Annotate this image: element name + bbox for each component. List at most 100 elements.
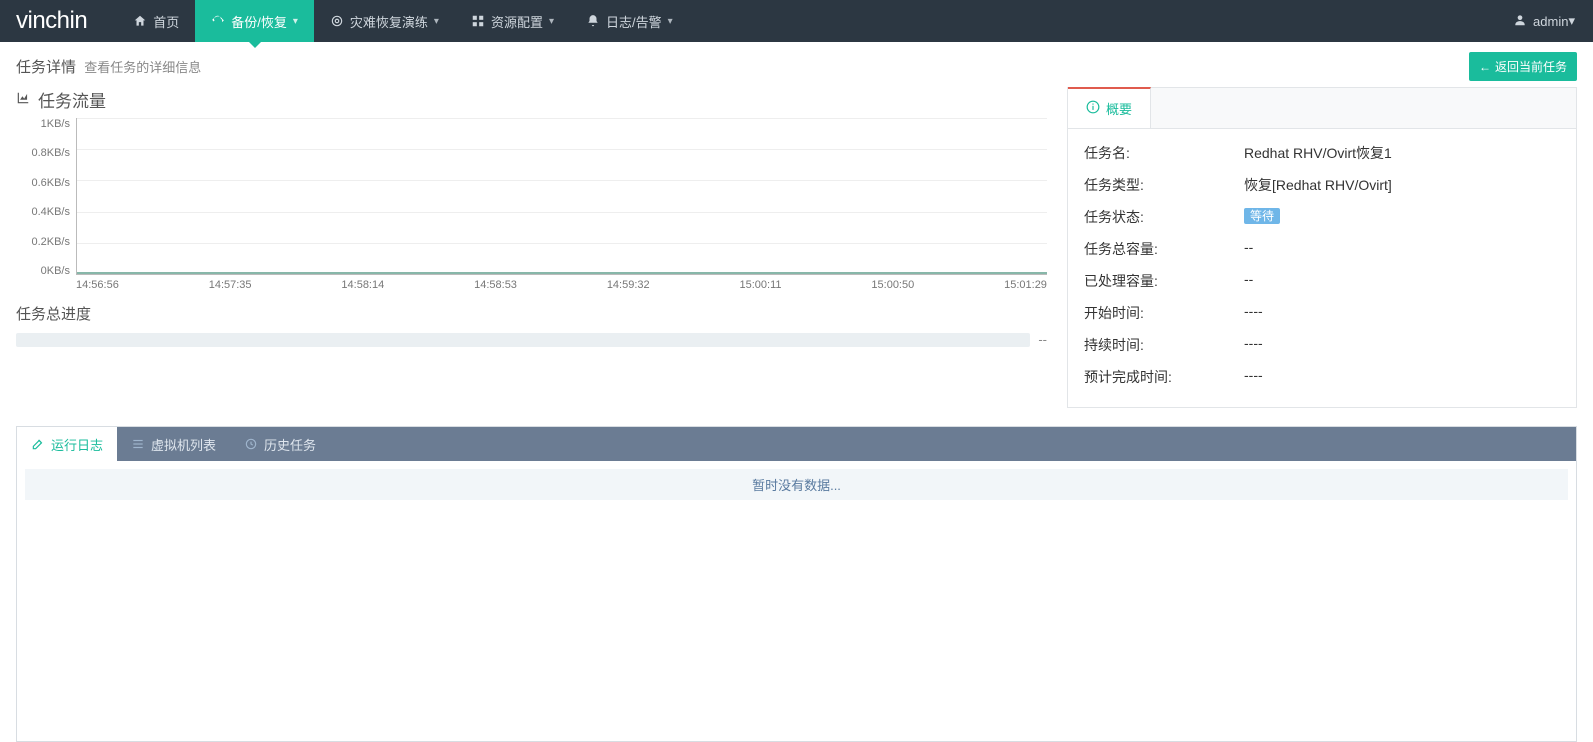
nav-item-label: 灾难恢复演练 xyxy=(350,12,428,31)
nav-items: 首页 备份/恢复 ▾ 灾难恢复演练 ▾ 资源配置 ▾ 日志/告警 ▾ xyxy=(117,0,1495,42)
arrow-left-icon: ← xyxy=(1479,60,1491,74)
chevron-down-icon: ▾ xyxy=(668,16,673,27)
bottom-tabs: 运行日志 虚拟机列表 历史任务 xyxy=(17,427,1576,461)
home-icon xyxy=(133,14,147,28)
summary-label: 开始时间: xyxy=(1084,303,1244,323)
page-header: 任务详情 查看任务的详细信息 ← 返回当前任务 xyxy=(0,42,1593,87)
y-tick: 1KB/s xyxy=(41,118,70,130)
summary-tab-label: 概要 xyxy=(1106,99,1132,118)
page-title: 任务详情 查看任务的详细信息 xyxy=(16,56,201,77)
x-tick: 15:00:50 xyxy=(871,279,914,293)
chevron-down-icon: ▾ xyxy=(434,16,439,27)
chevron-down-icon: ▾ xyxy=(549,16,554,27)
empty-message: 暂时没有数据... xyxy=(25,469,1568,500)
summary-label: 持续时间: xyxy=(1084,335,1244,355)
summary-row-start-time: 开始时间: ---- xyxy=(1084,297,1560,329)
summary-value: 等待 xyxy=(1244,207,1560,227)
summary-row-duration: 持续时间: ---- xyxy=(1084,329,1560,361)
summary-body: 任务名: Redhat RHV/Ovirt恢复1 任务类型: 恢复[Redhat… xyxy=(1068,129,1576,407)
page-subtitle: 查看任务的详细信息 xyxy=(84,60,201,75)
summary-row-task-type: 任务类型: 恢复[Redhat RHV/Ovirt] xyxy=(1084,169,1560,201)
list-icon xyxy=(131,437,145,451)
grid-icon xyxy=(471,14,485,28)
user-icon xyxy=(1513,13,1527,30)
edit-icon xyxy=(31,437,45,451)
back-button-label: 返回当前任务 xyxy=(1495,58,1567,75)
back-to-current-task-button[interactable]: ← 返回当前任务 xyxy=(1469,52,1577,81)
y-tick: 0.8KB/s xyxy=(31,147,70,159)
progress-value: -- xyxy=(1038,332,1047,347)
chevron-down-icon: ▾ xyxy=(1568,13,1575,29)
chart-plot[interactable] xyxy=(76,118,1047,275)
bell-icon xyxy=(586,14,600,28)
summary-value: 恢复[Redhat RHV/Ovirt] xyxy=(1244,175,1560,195)
nav-user-menu[interactable]: admin ▾ xyxy=(1495,0,1593,42)
chart-title-text: 任务流量 xyxy=(38,87,106,112)
chart-box: 1KB/s 0.8KB/s 0.6KB/s 0.4KB/s 0.2KB/s 0K… xyxy=(16,118,1047,293)
summary-label: 任务状态: xyxy=(1084,207,1244,227)
summary-value: -- xyxy=(1244,239,1560,259)
summary-label: 预计完成时间: xyxy=(1084,367,1244,387)
summary-value: Redhat RHV/Ovirt恢复1 xyxy=(1244,143,1560,163)
summary-label: 任务类型: xyxy=(1084,175,1244,195)
nav-user-name: admin xyxy=(1533,14,1568,29)
x-tick: 14:58:53 xyxy=(474,279,517,293)
x-tick: 14:56:56 xyxy=(76,279,119,293)
chart-title: 任务流量 xyxy=(16,87,1047,112)
status-badge: 等待 xyxy=(1244,208,1280,224)
summary-row-task-name: 任务名: Redhat RHV/Ovirt恢复1 xyxy=(1084,137,1560,169)
progress-bar xyxy=(16,333,1030,347)
nav-right: admin ▾ xyxy=(1495,0,1593,42)
col-right: 概要 任务名: Redhat RHV/Ovirt恢复1 任务类型: 恢复[Red… xyxy=(1067,87,1577,418)
x-tick: 15:01:29 xyxy=(1004,279,1047,293)
chart-icon xyxy=(16,90,30,110)
progress-title: 任务总进度 xyxy=(16,303,1047,324)
x-tick: 14:58:14 xyxy=(341,279,384,293)
nav-item-label: 资源配置 xyxy=(491,12,543,31)
bottom-panel: 运行日志 虚拟机列表 历史任务 暂时没有数据... xyxy=(16,426,1577,742)
x-tick: 15:00:11 xyxy=(740,279,782,293)
summary-row-processed-capacity: 已处理容量: -- xyxy=(1084,265,1560,297)
nav-item-home[interactable]: 首页 xyxy=(117,0,195,42)
chevron-down-icon: ▾ xyxy=(293,16,298,27)
summary-tabs: 概要 xyxy=(1068,88,1576,129)
progress-row: -- xyxy=(16,332,1047,347)
y-tick: 0.6KB/s xyxy=(31,177,70,189)
chart-x-axis: 14:56:56 14:57:35 14:58:14 14:58:53 14:5… xyxy=(76,275,1047,293)
y-tick: 0.2KB/s xyxy=(31,236,70,248)
summary-panel: 概要 任务名: Redhat RHV/Ovirt恢复1 任务类型: 恢复[Red… xyxy=(1067,87,1577,408)
chart-plot-wrap: 14:56:56 14:57:35 14:58:14 14:58:53 14:5… xyxy=(76,118,1047,293)
x-tick: 14:59:32 xyxy=(607,279,650,293)
main-row: 任务流量 1KB/s 0.8KB/s 0.6KB/s 0.4KB/s 0.2KB… xyxy=(0,87,1593,418)
tab-summary[interactable]: 概要 xyxy=(1068,87,1151,128)
bottom-tab-label: 虚拟机列表 xyxy=(151,435,216,454)
nav-item-resource-config[interactable]: 资源配置 ▾ xyxy=(455,0,570,42)
info-icon xyxy=(1086,100,1100,117)
refresh-icon xyxy=(211,14,225,28)
chart-y-axis: 1KB/s 0.8KB/s 0.6KB/s 0.4KB/s 0.2KB/s 0K… xyxy=(16,118,76,293)
nav-item-backup-restore[interactable]: 备份/恢复 ▾ xyxy=(195,0,314,42)
bottom-body: 暂时没有数据... xyxy=(17,461,1576,741)
tab-vm-list[interactable]: 虚拟机列表 xyxy=(117,427,230,461)
summary-row-task-status: 任务状态: 等待 xyxy=(1084,201,1560,233)
history-icon xyxy=(244,437,258,451)
tab-history[interactable]: 历史任务 xyxy=(230,427,330,461)
summary-row-total-capacity: 任务总容量: -- xyxy=(1084,233,1560,265)
summary-label: 任务总容量: xyxy=(1084,239,1244,259)
target-icon xyxy=(330,14,344,28)
y-tick: 0.4KB/s xyxy=(31,206,70,218)
nav-item-label: 日志/告警 xyxy=(606,12,662,31)
chart-series-line xyxy=(77,272,1047,274)
nav-item-label: 首页 xyxy=(153,12,179,31)
page-title-main: 任务详情 xyxy=(16,59,76,76)
nav-item-logs-alerts[interactable]: 日志/告警 ▾ xyxy=(570,0,689,42)
bottom-tab-label: 历史任务 xyxy=(264,435,316,454)
summary-label: 任务名: xyxy=(1084,143,1244,163)
nav-item-disaster-recovery[interactable]: 灾难恢复演练 ▾ xyxy=(314,0,455,42)
top-navbar: vinchin 首页 备份/恢复 ▾ 灾难恢复演练 ▾ 资源配置 ▾ 日志/告警… xyxy=(0,0,1593,42)
y-tick: 0KB/s xyxy=(41,265,70,277)
summary-row-eta: 预计完成时间: ---- xyxy=(1084,361,1560,393)
summary-value: ---- xyxy=(1244,303,1560,323)
nav-item-label: 备份/恢复 xyxy=(231,12,287,31)
tab-run-log[interactable]: 运行日志 xyxy=(17,427,117,461)
